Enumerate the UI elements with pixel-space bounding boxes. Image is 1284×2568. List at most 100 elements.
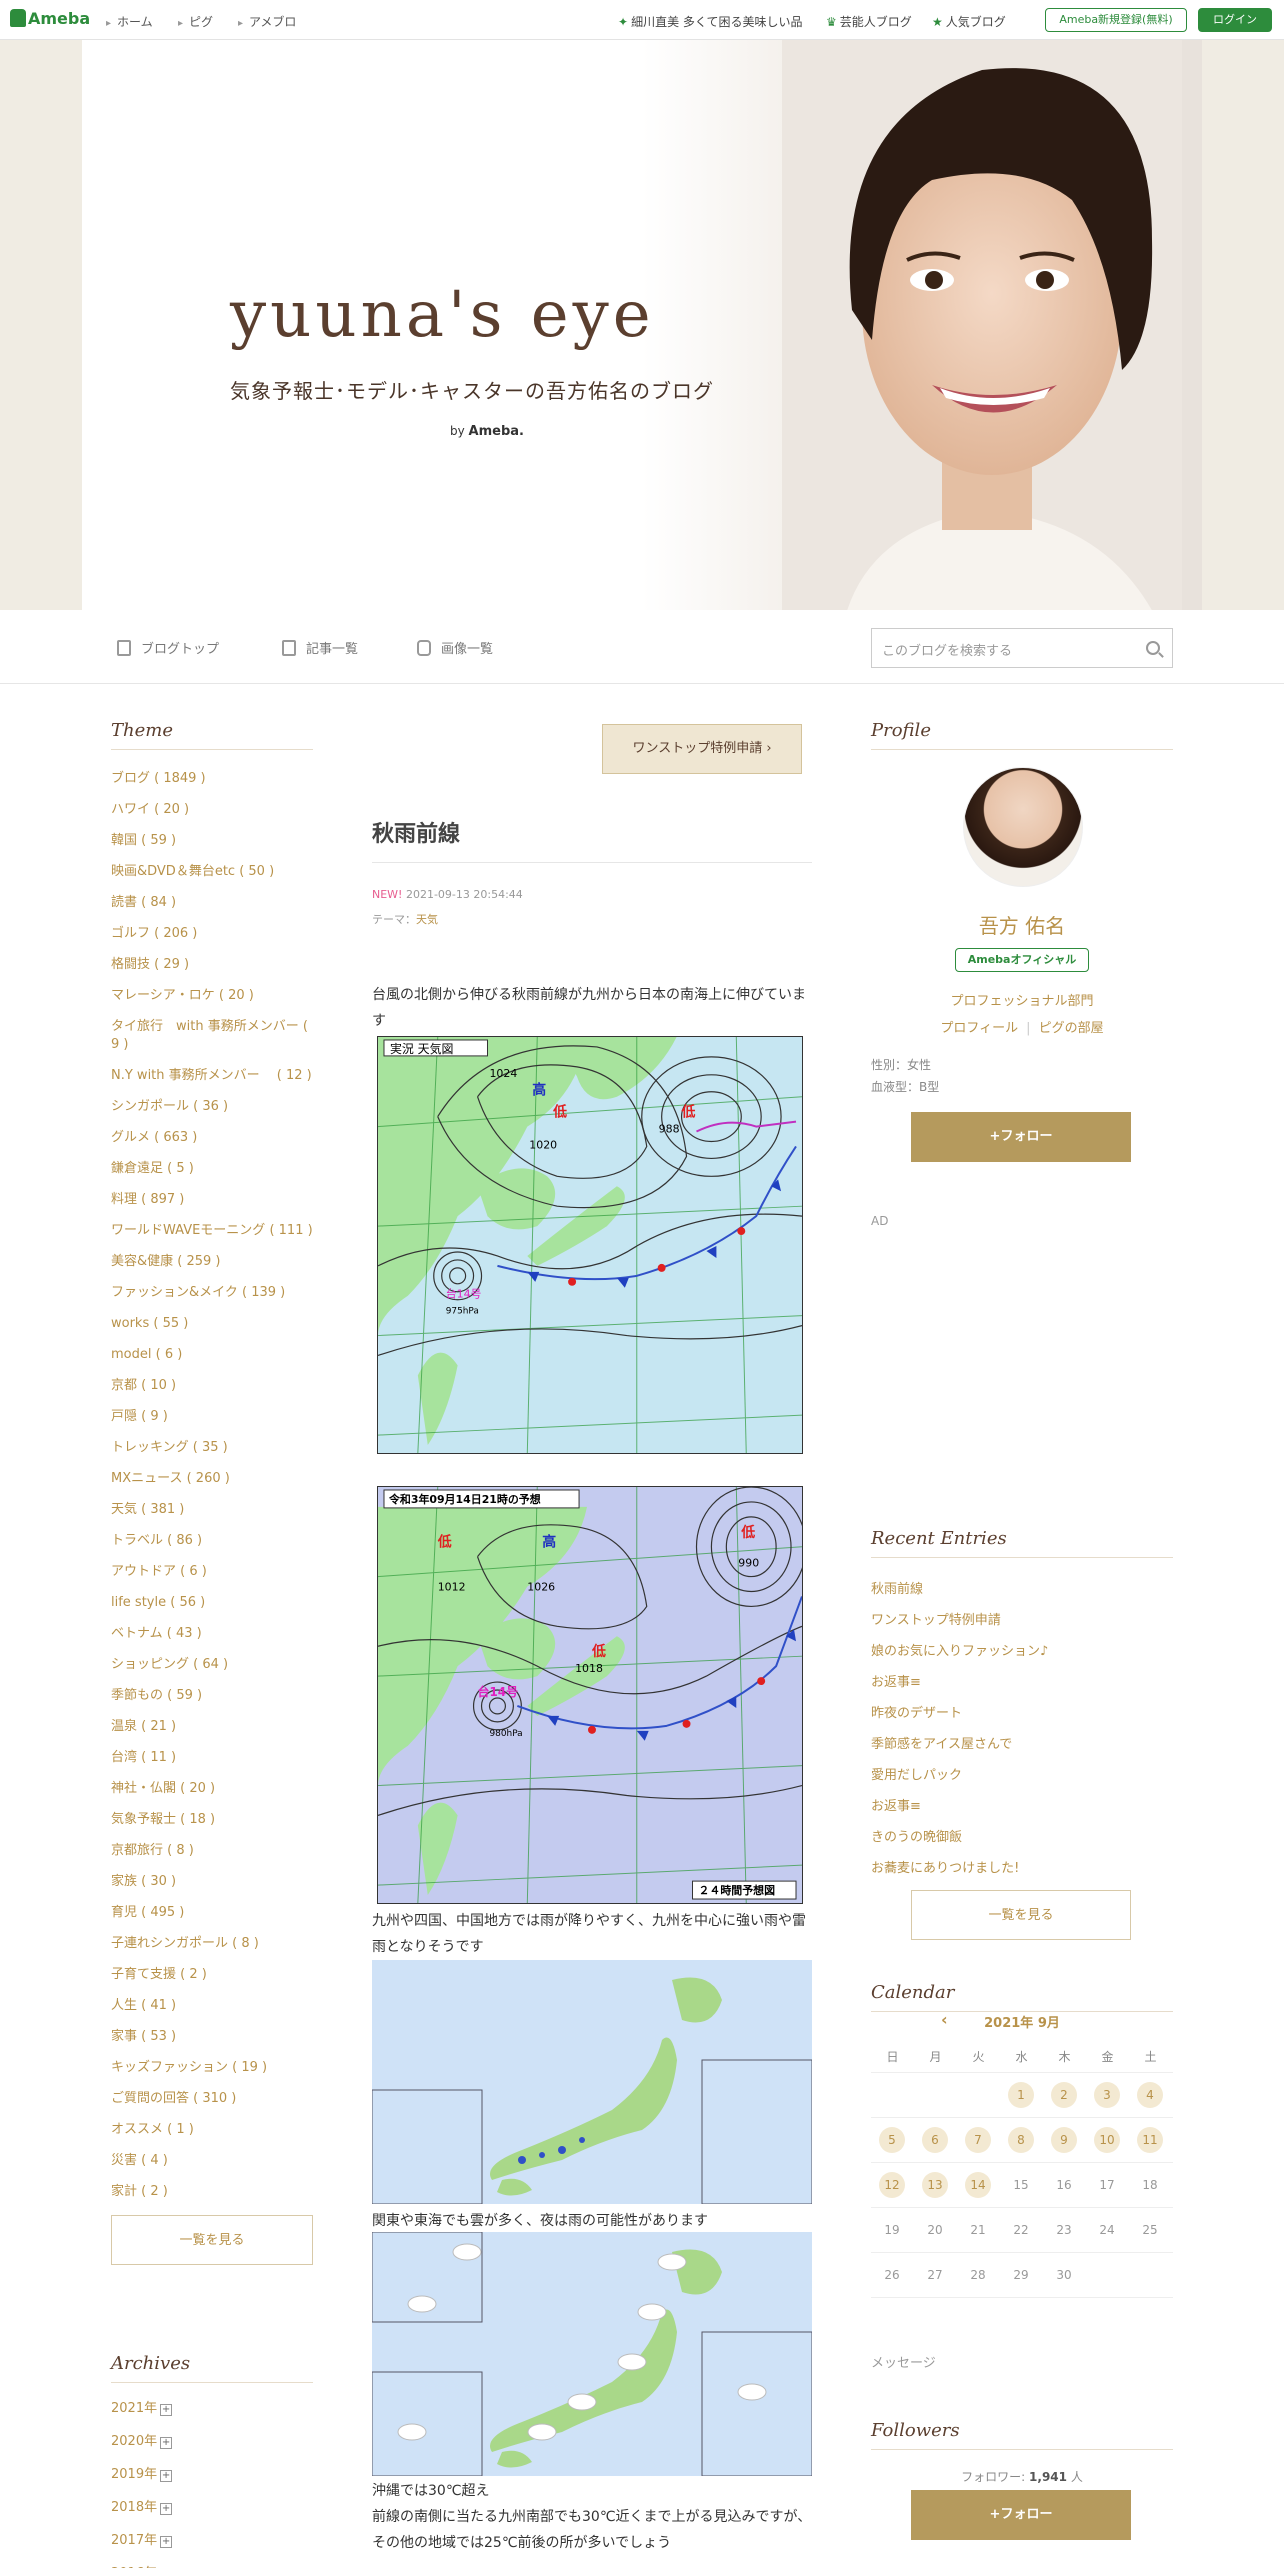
recent-entry-link[interactable]: お蕎麦にありつけました! bbox=[871, 1857, 1019, 1876]
chevron-left-icon[interactable]: ‹ bbox=[941, 2010, 948, 2029]
archive-item[interactable]: 2018年 + bbox=[111, 2496, 313, 2515]
calendar-day[interactable]: 6 bbox=[922, 2127, 948, 2153]
ameba-logo[interactable]: Ameba bbox=[10, 9, 90, 28]
theme-item[interactable]: ショッピング ( 64 ) bbox=[111, 1656, 313, 1674]
expand-plus-icon[interactable]: + bbox=[160, 2503, 173, 2515]
theme-item[interactable]: 映画&DVD＆舞台etc ( 50 ) bbox=[111, 863, 313, 881]
popular-blog-link[interactable]: ★ 人気ブログ bbox=[932, 13, 1006, 30]
nav-home[interactable]: ホーム bbox=[106, 13, 153, 30]
theme-item[interactable]: トレッキング ( 35 ) bbox=[111, 1439, 313, 1457]
profile-avatar[interactable] bbox=[963, 767, 1083, 887]
theme-item[interactable]: 料理 ( 897 ) bbox=[111, 1191, 313, 1209]
theme-item[interactable]: 読書 ( 84 ) bbox=[111, 894, 313, 912]
onestop-link-button[interactable]: ワンストップ特例申請 › bbox=[602, 724, 802, 774]
theme-item[interactable]: シンガポール ( 36 ) bbox=[111, 1098, 313, 1116]
calendar-day[interactable]: 12 bbox=[879, 2172, 905, 2198]
follow-button[interactable]: +フォロー bbox=[911, 1112, 1131, 1162]
theme-item[interactable]: model ( 6 ) bbox=[111, 1346, 313, 1364]
search-icon[interactable] bbox=[1146, 641, 1160, 655]
theme-item[interactable]: 神社・仏閣 ( 20 ) bbox=[111, 1780, 313, 1798]
theme-item[interactable]: 美容&健康 ( 259 ) bbox=[111, 1253, 313, 1271]
theme-item[interactable]: ベトナム ( 43 ) bbox=[111, 1625, 313, 1643]
expand-plus-icon[interactable]: + bbox=[160, 2470, 173, 2482]
recent-entry-link[interactable]: 昨夜のデザート bbox=[871, 1702, 962, 1721]
expand-plus-icon[interactable]: + bbox=[160, 2404, 173, 2416]
theme-item[interactable]: キッズファッション ( 19 ) bbox=[111, 2059, 313, 2077]
entry-title[interactable]: 秋雨前線 bbox=[372, 816, 812, 863]
calendar-day[interactable]: 3 bbox=[1094, 2082, 1120, 2108]
archive-item[interactable]: 2017年 + bbox=[111, 2529, 313, 2548]
follow-button-bottom[interactable]: +フォロー bbox=[911, 2490, 1131, 2540]
theme-item[interactable]: 天気 ( 381 ) bbox=[111, 1501, 313, 1519]
theme-item[interactable]: 格闘技 ( 29 ) bbox=[111, 956, 313, 974]
weather-map-forecast[interactable]: 令和3年09月14日21時の予想 ２４時間予想図 低 高 低 低 1012 10… bbox=[377, 1486, 803, 1904]
recent-entry-link[interactable]: 秋雨前線 bbox=[871, 1578, 923, 1597]
theme-item[interactable]: 子育て支援 ( 2 ) bbox=[111, 1966, 313, 1984]
blog-top-link[interactable]: ブログトップ bbox=[117, 638, 219, 657]
entry-list-link[interactable]: 記事一覧 bbox=[282, 638, 358, 657]
theme-item[interactable]: works ( 55 ) bbox=[111, 1315, 313, 1333]
theme-item[interactable]: 家族 ( 30 ) bbox=[111, 1873, 313, 1891]
nav-ameblo[interactable]: アメブロ bbox=[238, 13, 296, 30]
theme-item[interactable]: アウトドア ( 6 ) bbox=[111, 1563, 313, 1581]
japan-rain-map[interactable] bbox=[372, 1960, 812, 2204]
recent-entry-link[interactable]: お返事≡ bbox=[871, 1795, 921, 1814]
theme-item[interactable]: life style ( 56 ) bbox=[111, 1594, 313, 1612]
entry-theme-link[interactable]: 天気 bbox=[416, 913, 438, 926]
theme-item[interactable]: 災害 ( 4 ) bbox=[111, 2152, 313, 2170]
login-button[interactable]: ログイン bbox=[1198, 8, 1272, 32]
image-list-link[interactable]: 画像一覧 bbox=[417, 638, 493, 657]
recent-entry-link[interactable]: 愛用だしパック bbox=[871, 1764, 962, 1783]
recent-see-all-button[interactable]: 一覧を見る bbox=[911, 1890, 1131, 1940]
theme-item[interactable]: ハワイ ( 20 ) bbox=[111, 801, 313, 819]
calendar-day[interactable]: 5 bbox=[879, 2127, 905, 2153]
theme-item[interactable]: 京都 ( 10 ) bbox=[111, 1377, 313, 1395]
theme-item[interactable]: タイ旅行 with 事務所メンバー ( 9 ) bbox=[111, 1018, 313, 1054]
theme-item[interactable]: ブログ ( 1849 ) bbox=[111, 770, 313, 788]
theme-item[interactable]: オススメ ( 1 ) bbox=[111, 2121, 313, 2139]
theme-item[interactable]: 韓国 ( 59 ) bbox=[111, 832, 313, 850]
recent-entry-link[interactable]: 娘のお気に入りファッション♪ bbox=[871, 1640, 1048, 1659]
theme-item[interactable]: 鎌倉遠足 ( 5 ) bbox=[111, 1160, 313, 1178]
calendar-day[interactable]: 13 bbox=[922, 2172, 948, 2198]
theme-item[interactable]: 人生 ( 41 ) bbox=[111, 1997, 313, 2015]
trend-link[interactable]: ✦ 細川直美 多くて困る美味しい品 bbox=[618, 13, 803, 30]
theme-item[interactable]: MXニュース ( 260 ) bbox=[111, 1470, 313, 1488]
calendar-day[interactable]: 8 bbox=[1008, 2127, 1034, 2153]
recent-entry-link[interactable]: きのうの晩御飯 bbox=[871, 1826, 962, 1845]
message-link[interactable]: メッセージ bbox=[871, 2352, 936, 2371]
recent-entry-link[interactable]: ワンストップ特例申請 bbox=[871, 1609, 1001, 1628]
calendar-day[interactable]: 10 bbox=[1094, 2127, 1120, 2153]
calendar-day[interactable]: 1 bbox=[1008, 2082, 1034, 2108]
calendar-day[interactable]: 11 bbox=[1137, 2127, 1163, 2153]
calendar-day[interactable]: 4 bbox=[1137, 2082, 1163, 2108]
japan-temperature-map[interactable] bbox=[372, 2232, 812, 2476]
theme-item[interactable]: グルメ ( 663 ) bbox=[111, 1129, 313, 1147]
theme-item[interactable]: 台湾 ( 11 ) bbox=[111, 1749, 313, 1767]
pigg-room-link[interactable]: ピグの部屋 bbox=[1039, 1021, 1104, 1036]
professional-category-link[interactable]: プロフェッショナル部門 bbox=[871, 990, 1173, 1009]
expand-plus-icon[interactable]: + bbox=[160, 2437, 173, 2449]
theme-item[interactable]: 気象予報士 ( 18 ) bbox=[111, 1811, 313, 1829]
theme-item[interactable]: ゴルフ ( 206 ) bbox=[111, 925, 313, 943]
theme-item[interactable]: 育児 ( 495 ) bbox=[111, 1904, 313, 1922]
calendar-day[interactable]: 2 bbox=[1051, 2082, 1077, 2108]
archive-item[interactable]: 2016年+ bbox=[111, 2562, 313, 2568]
nav-pigg[interactable]: ピグ bbox=[178, 13, 213, 30]
archive-item[interactable]: 2019年 + bbox=[111, 2463, 313, 2482]
archive-item[interactable]: 2020年 + bbox=[111, 2430, 313, 2449]
theme-item[interactable]: ご質問の回答 ( 310 ) bbox=[111, 2090, 313, 2108]
theme-item[interactable]: 京都旅行 ( 8 ) bbox=[111, 1842, 313, 1860]
calendar-day[interactable]: 14 bbox=[965, 2172, 991, 2198]
theme-item[interactable]: N.Y with 事務所メンバー ( 12 ) bbox=[111, 1067, 313, 1085]
profile-link[interactable]: プロフィール bbox=[940, 1021, 1018, 1036]
calendar-day[interactable]: 7 bbox=[965, 2127, 991, 2153]
theme-item[interactable]: ファッション&メイク ( 139 ) bbox=[111, 1284, 313, 1302]
profile-name[interactable]: 吾方 佑名 bbox=[871, 910, 1173, 939]
archive-item[interactable]: 2021年 + bbox=[111, 2397, 313, 2416]
weather-map-current[interactable]: 実況 天気図 高 低 低 1024 1020 988 台14号 975hPa bbox=[377, 1036, 803, 1454]
theme-item[interactable]: 子連れシンガポール ( 8 ) bbox=[111, 1935, 313, 1953]
recent-entry-link[interactable]: 季節感をアイス屋さんで bbox=[871, 1733, 1012, 1752]
theme-item[interactable]: トラベル ( 86 ) bbox=[111, 1532, 313, 1550]
blog-header-banner[interactable]: yuuna's eye 気象予報士･モデル･キャスターの吾方佑名のブログ by … bbox=[82, 40, 1202, 610]
